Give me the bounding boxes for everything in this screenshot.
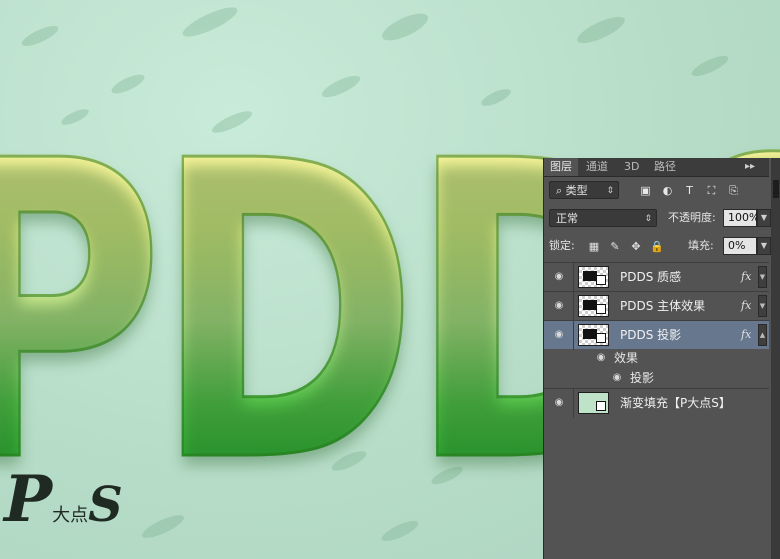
fill-dropdown-button[interactable]: ▼: [757, 237, 771, 255]
updown-icon: ⇕: [606, 186, 614, 196]
search-icon: ⌕: [556, 184, 563, 197]
image-filter-icon[interactable]: ▣: [639, 184, 652, 197]
gradient-fill-thumbnail: [578, 392, 609, 414]
layer-thumbnail: [578, 266, 609, 288]
smart-object-badge: [596, 304, 606, 314]
fx-icon[interactable]: fx: [741, 321, 751, 349]
eye-icon[interactable]: ◉: [594, 353, 608, 363]
layers-panel: 图层 通道 3D 路径 ▸▸ ⌕ 类型 ⇕ ▣ ◐ T ⛶ ⎘ 正常 ⇕ 不透明…: [543, 158, 780, 559]
expand-effects-icon[interactable]: ▼: [758, 295, 767, 317]
tab-paths[interactable]: 路径: [648, 158, 682, 176]
eye-icon[interactable]: ◉: [552, 301, 566, 311]
layer-thumbnail: [578, 295, 609, 317]
smart-object-filter-icon[interactable]: ⎘: [727, 184, 740, 197]
layer-row[interactable]: ◉ PDDS 主体效果 fx ▼: [544, 291, 769, 321]
expand-effects-icon[interactable]: ▼: [758, 266, 767, 288]
blend-mode-select[interactable]: 正常 ⇕: [549, 209, 657, 227]
layer-thumbnail: [578, 324, 609, 346]
lock-all-icon[interactable]: 🔒: [650, 240, 664, 254]
layer-row-selected[interactable]: ◉ PDDS 投影 fx ▲: [544, 320, 769, 350]
opacity-input[interactable]: 100%: [723, 209, 759, 227]
layer-divider: [573, 389, 574, 418]
shape-filter-icon[interactable]: ⛶: [705, 184, 718, 197]
layer-divider: [573, 321, 574, 350]
fill-layer-badge: [596, 401, 606, 411]
canvas-texture: [19, 22, 61, 50]
smart-object-badge: [596, 275, 606, 285]
layer-name[interactable]: PDDS 投影: [620, 321, 681, 349]
layer-name[interactable]: PDDS 主体效果: [620, 292, 705, 320]
canvas-texture: [574, 11, 628, 49]
lock-label: 锁定:: [549, 239, 575, 252]
layer-filter-label: 类型: [565, 184, 588, 197]
eye-icon[interactable]: ◉: [610, 373, 624, 383]
smart-object-badge: [596, 333, 606, 343]
thumbnail-content: [583, 329, 597, 339]
tab-3d[interactable]: 3D: [618, 158, 645, 176]
lock-move-icon[interactable]: ✥: [629, 240, 643, 254]
blend-mode-value: 正常: [556, 212, 578, 225]
lock-transparency-icon[interactable]: ▦: [587, 240, 601, 254]
panel-side-strip: [771, 158, 780, 559]
watermark-p: P: [4, 462, 53, 537]
fill-layer-row[interactable]: ◉ 渐变填充【P大点S】: [544, 388, 769, 418]
fx-icon[interactable]: fx: [741, 263, 751, 291]
opacity-label: 不透明度:: [668, 211, 716, 224]
watermark-text: 大点: [52, 505, 89, 526]
pds-watermark-logo: P大点S: [4, 462, 123, 537]
panel-tab-bar: 图层 通道 3D 路径 ▸▸: [544, 158, 769, 177]
effects-group-row[interactable]: ◉ 效果: [574, 348, 769, 368]
watermark-s: S: [88, 477, 123, 533]
layer-row[interactable]: ◉ PDDS 质感 fx ▼: [544, 262, 769, 292]
eye-icon[interactable]: ◉: [552, 272, 566, 282]
tab-layers[interactable]: 图层: [544, 158, 578, 176]
thumbnail-content: [583, 271, 597, 281]
eye-icon[interactable]: ◉: [552, 330, 566, 340]
effect-item-row[interactable]: ◉ 投影: [574, 368, 769, 388]
fill-input[interactable]: 0%: [723, 237, 757, 255]
fx-icon[interactable]: fx: [741, 292, 751, 320]
layer-divider: [573, 263, 574, 292]
canvas-texture: [179, 2, 241, 42]
tab-channels[interactable]: 通道: [580, 158, 614, 176]
effect-item-label: 投影: [630, 371, 655, 385]
thumbnail-content: [583, 300, 597, 310]
opacity-dropdown-button[interactable]: ▼: [757, 209, 771, 227]
layer-divider: [573, 292, 574, 321]
layer-filter-select[interactable]: ⌕ 类型 ⇕: [549, 181, 619, 199]
collapse-effects-icon[interactable]: ▲: [758, 324, 767, 346]
eye-icon[interactable]: ◉: [552, 398, 566, 408]
fill-label: 填充:: [688, 239, 714, 252]
lock-brush-icon[interactable]: ✎: [608, 240, 622, 254]
effects-group-label: 效果: [614, 351, 639, 365]
canvas-texture: [378, 8, 432, 46]
panel-grip[interactable]: [773, 180, 779, 198]
adjustment-filter-icon[interactable]: ◐: [661, 184, 674, 197]
panel-collapse-icon[interactable]: ▸▸: [745, 158, 755, 176]
updown-icon: ⇕: [644, 214, 652, 224]
layer-name[interactable]: PDDS 质感: [620, 263, 681, 291]
type-filter-icon[interactable]: T: [683, 184, 696, 197]
layer-name[interactable]: 渐变填充【P大点S】: [620, 389, 731, 417]
